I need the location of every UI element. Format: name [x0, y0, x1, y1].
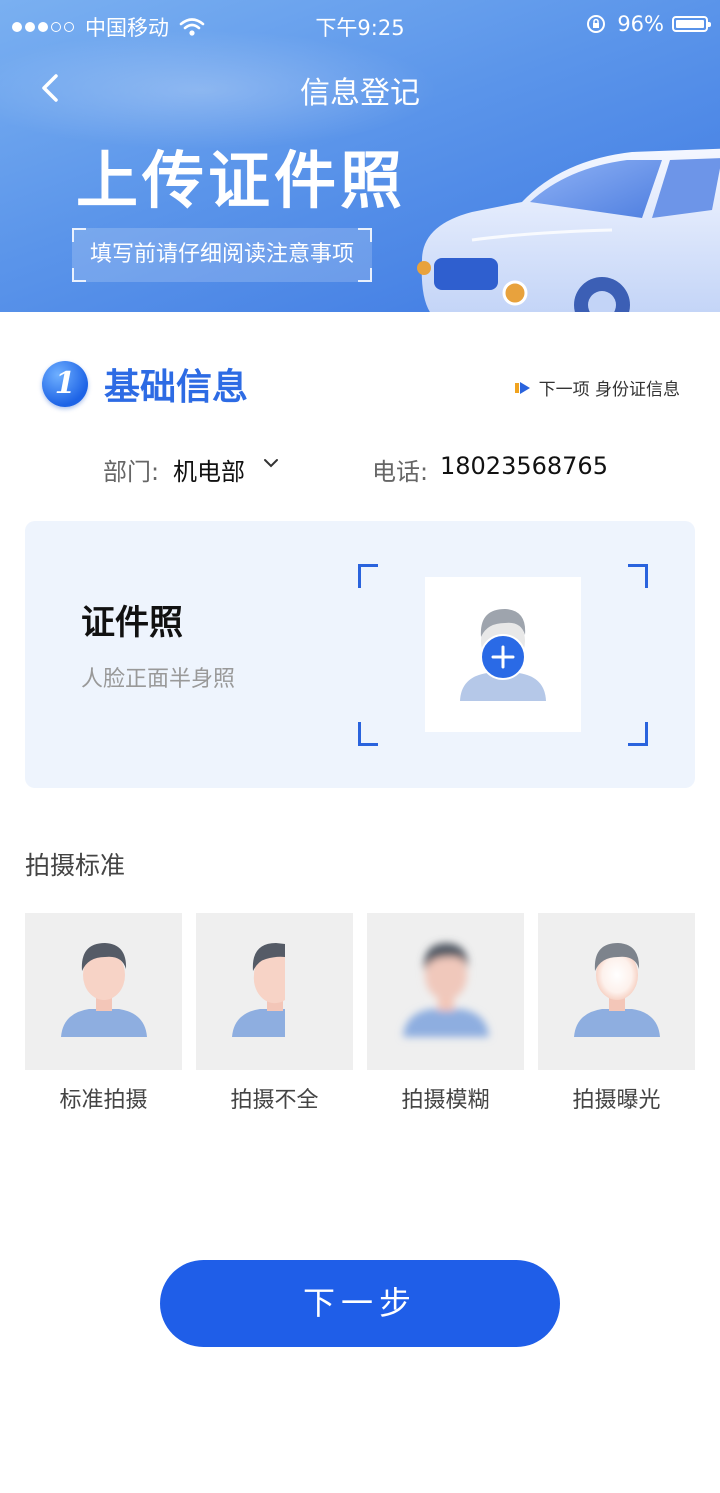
- sample-label: 标准拍摄: [59, 1088, 148, 1113]
- person-standard-icon: [61, 943, 147, 1037]
- sample-standard: 标准拍摄: [25, 913, 182, 1114]
- hero-notice-text: 填写前请仔细阅读注意事项: [90, 242, 355, 267]
- section-header: 1 基础信息: [42, 358, 248, 410]
- header-banner: 中国移动 下午9:25 96% 信息登记 上传证件照 填写前请仔细阅读注意事项: [0, 0, 720, 312]
- department-select[interactable]: 机电部: [173, 452, 245, 487]
- avatar-placeholder-icon: [460, 609, 546, 701]
- status-bar: 中国移动 下午9:25 96%: [0, 0, 720, 50]
- sample-label: 拍摄曝光: [572, 1088, 661, 1113]
- upload-photo-button[interactable]: [425, 577, 581, 732]
- sample-blurry: 拍摄模糊: [367, 913, 524, 1114]
- chevron-down-icon[interactable]: [263, 456, 279, 470]
- orientation-lock-icon: [587, 15, 606, 33]
- car-illustration: [417, 148, 720, 312]
- sample-overexposed: 拍摄曝光: [538, 913, 695, 1114]
- next-step-button[interactable]: 下一步: [160, 1260, 560, 1347]
- next-arrow-icon: [514, 381, 530, 394]
- person-blurry-icon: [403, 943, 489, 1037]
- sample-label: 拍摄不全: [230, 1088, 319, 1113]
- battery-icon: [672, 16, 711, 32]
- page-title: 信息登记: [300, 76, 420, 111]
- person-overexposed-icon: [574, 943, 660, 1037]
- phone-value: 18023568765: [440, 452, 608, 480]
- battery-percent: 96%: [617, 12, 664, 36]
- phone-label: 电话:: [372, 458, 429, 486]
- id-photo-card: 证件照 人脸正面半身照: [25, 521, 695, 788]
- sample-label: 拍摄模糊: [401, 1088, 490, 1113]
- card-title: 证件照: [81, 603, 183, 643]
- person-incomplete-icon: [232, 943, 285, 1037]
- step-number-badge: 1: [42, 361, 88, 407]
- card-subtitle: 人脸正面半身照: [81, 667, 236, 692]
- department-label: 部门:: [103, 458, 160, 486]
- next-item-link[interactable]: 下一项 身份证信息: [514, 375, 680, 400]
- hero-title: 上传证件照: [76, 144, 407, 217]
- sample-incomplete: 拍摄不全: [196, 913, 353, 1114]
- next-item-text: 下一项 身份证信息: [538, 380, 680, 400]
- section-title: 基础信息: [104, 367, 249, 408]
- standards-title: 拍摄标准: [25, 851, 126, 880]
- hero-notice[interactable]: 填写前请仔细阅读注意事项: [72, 228, 373, 282]
